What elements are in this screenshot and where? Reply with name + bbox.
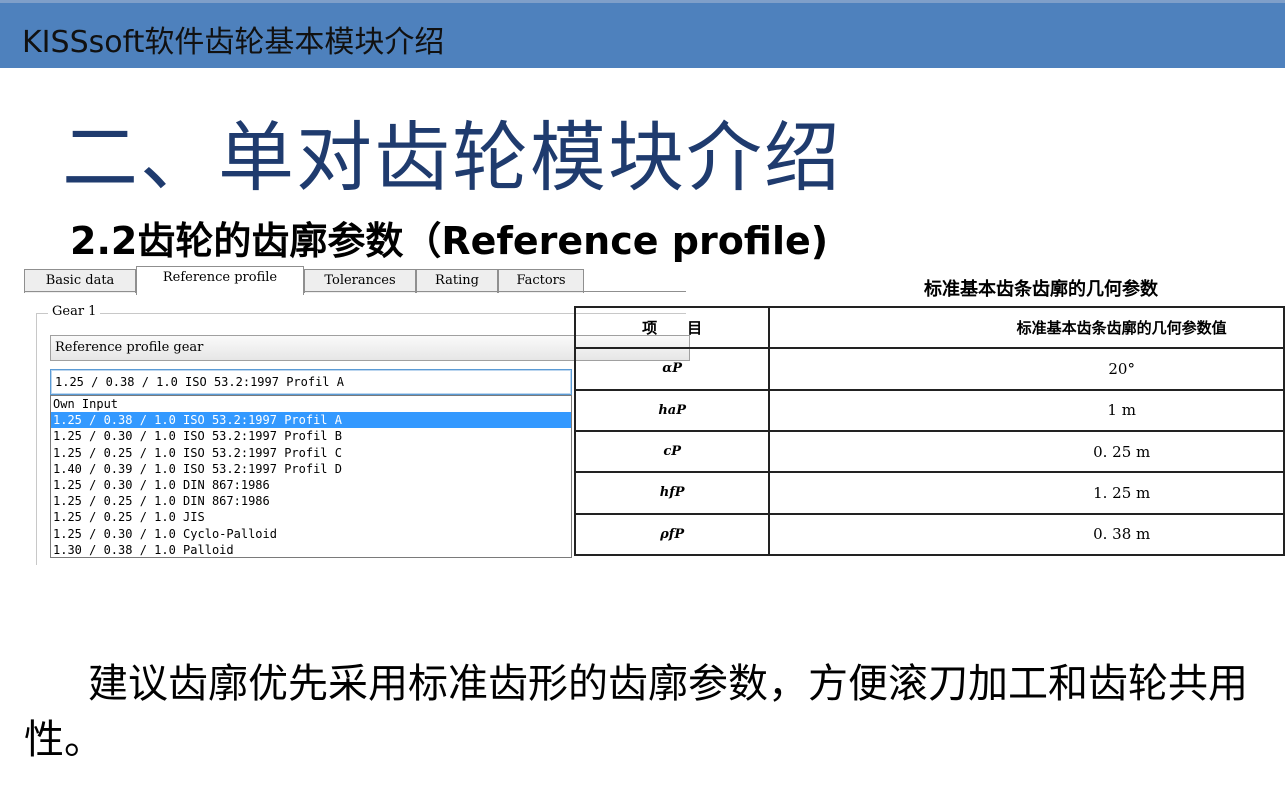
profile-dropdown-field[interactable]: 1.25 / 0.38 / 1.0 ISO 53.2:1997 Profil A bbox=[50, 369, 572, 395]
table-title: 标准基本齿条齿廓的几何参数 bbox=[924, 279, 1158, 300]
table-row: αP 20° bbox=[573, 347, 1285, 391]
table-row: hfP 1. 25 m bbox=[573, 471, 1285, 515]
tab-basic-data[interactable]: Basic data bbox=[24, 269, 136, 293]
dropdown-option[interactable]: 1.25 / 0.30 / 1.0 ISO 53.2:1997 Profil B bbox=[51, 428, 571, 444]
table-cell-symbol: hfP bbox=[573, 471, 771, 515]
dropdown-option[interactable]: 1.25 / 0.25 / 1.0 JIS bbox=[51, 509, 571, 525]
dropdown-option[interactable]: 1.40 / 0.39 / 1.0 ISO 53.2:1997 Profil D bbox=[51, 461, 571, 477]
table-row: cP 0. 25 m bbox=[573, 429, 1285, 474]
dropdown-option-selected[interactable]: 1.25 / 0.38 / 1.0 ISO 53.2:1997 Profil A bbox=[51, 412, 571, 429]
table-cell-value: 1 m bbox=[768, 388, 1285, 432]
table-cell-symbol: haP bbox=[573, 388, 771, 432]
table-cell-value: 20° bbox=[768, 347, 1285, 391]
slide-subtitle: 2.2齿轮的齿廓参数（Reference profile) bbox=[70, 219, 829, 263]
table-header-item: 项 目 bbox=[573, 305, 771, 350]
tab-rating[interactable]: Rating bbox=[416, 269, 498, 293]
table-cell-value: 0. 38 m bbox=[768, 512, 1285, 557]
table-header-value: 标准基本齿条齿廓的几何参数值 bbox=[768, 305, 1285, 350]
dropdown-option[interactable]: Own Input bbox=[51, 396, 571, 412]
tab-reference-profile[interactable]: Reference profile bbox=[136, 266, 304, 295]
dropdown-option[interactable]: 1.25 / 0.30 / 1.0 DIN 867:1986 bbox=[51, 477, 571, 493]
recommendation-paragraph: 建议齿廓优先采用标准齿形的齿廓参数，方便滚刀加工和齿轮共用性。 bbox=[24, 656, 1285, 768]
tab-factors[interactable]: Factors bbox=[498, 269, 584, 293]
dropdown-option[interactable]: 1.25 / 0.25 / 1.0 DIN 867:1986 bbox=[51, 493, 571, 509]
tab-baseline bbox=[24, 291, 686, 292]
table-cell-value: 0. 25 m bbox=[768, 429, 1285, 474]
table-cell-value: 1. 25 m bbox=[768, 471, 1285, 515]
table-cell-symbol: cP bbox=[573, 429, 771, 474]
slide-title: 二、单对齿轮模块介绍 bbox=[62, 113, 842, 202]
dropdown-option[interactable]: 1.25 / 0.25 / 1.0 ISO 53.2:1997 Profil C bbox=[51, 445, 571, 461]
table-cell-symbol: ρfP bbox=[573, 512, 771, 557]
header-title: KISSsoft软件齿轮基本模块介绍 bbox=[22, 25, 445, 60]
table-row: haP 1 m bbox=[573, 388, 1285, 432]
dropdown-option[interactable]: 1.25 / 0.30 / 1.0 Cyclo-Palloid bbox=[51, 526, 571, 542]
parameter-table: 项 目 标准基本齿条齿廓的几何参数值 αP 20° haP 1 m cP 0. … bbox=[573, 305, 1285, 557]
table-cell-symbol: αP bbox=[573, 347, 771, 391]
table-header-row: 项 目 标准基本齿条齿廓的几何参数值 bbox=[573, 305, 1285, 350]
dropdown-option[interactable]: 1.30 / 0.38 / 1.0 Palloid bbox=[51, 542, 571, 557]
table-row: ρfP 0. 38 m bbox=[573, 512, 1285, 557]
paragraph-text: 建议齿廓优先采用标准齿形的齿廓参数，方便滚刀加工和齿轮共用性。 bbox=[24, 661, 1248, 763]
gear-group-label: Gear 1 bbox=[48, 304, 101, 319]
header-bar: KISSsoft软件齿轮基本模块介绍 bbox=[0, 0, 1285, 68]
profile-dropdown-list: Own Input 1.25 / 0.38 / 1.0 ISO 53.2:199… bbox=[50, 395, 572, 558]
tab-tolerances[interactable]: Tolerances bbox=[304, 269, 416, 293]
